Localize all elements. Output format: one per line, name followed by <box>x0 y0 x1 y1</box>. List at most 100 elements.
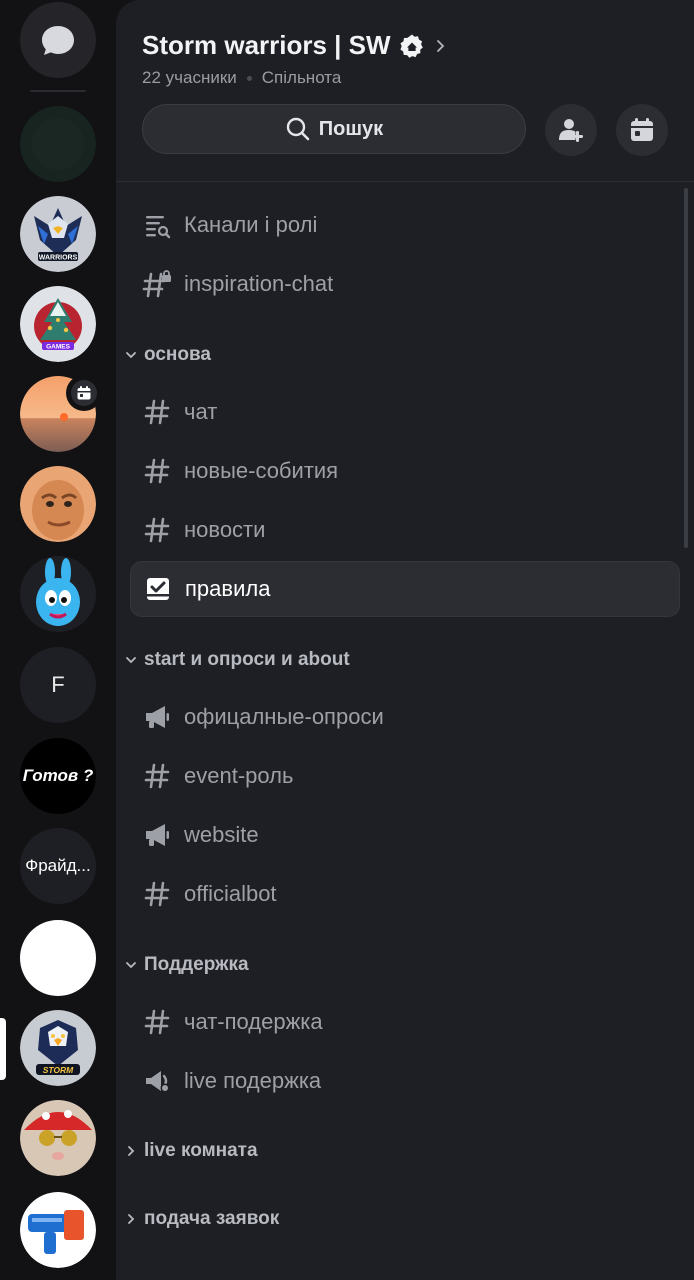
server-games[interactable]: GAMES <box>20 286 96 362</box>
server-storm[interactable]: STORM <box>20 1010 96 1086</box>
server-type: Спільнота <box>261 68 342 87</box>
category-label: основа <box>144 344 212 365</box>
channel-label: новые-собития <box>184 458 339 483</box>
warriors-logo-text: WARRIORS <box>39 255 78 262</box>
server-warriors[interactable]: WARRIORS <box>20 196 96 272</box>
channels-roles-icon <box>130 211 184 239</box>
search-button[interactable]: Пошук <box>142 104 526 154</box>
category-label: Поддержка <box>144 954 249 975</box>
direct-messages-button[interactable] <box>20 2 96 78</box>
server-name: Storm warriors | SW <box>142 30 391 60</box>
channel-support-chat[interactable]: чат-подержка <box>130 994 680 1050</box>
server-meta: 22 учасники Спільнота <box>142 68 341 88</box>
channel-label: правила <box>185 576 271 601</box>
category-start-polls-about[interactable]: start и опроси и about <box>124 645 350 675</box>
channel-inspiration-chat[interactable]: inspiration-chat <box>130 256 680 312</box>
server-gotov[interactable]: Готов ? <box>20 738 96 814</box>
add-user-icon <box>559 119 583 142</box>
channel-officialbot[interactable]: officialbot <box>130 866 680 922</box>
server-icon-bald-man <box>20 466 96 542</box>
server-icon-blue-rabbit <box>20 556 96 632</box>
hash-icon <box>130 516 184 544</box>
hash-icon <box>130 1008 184 1036</box>
games-logo-text: GAMES <box>46 344 71 351</box>
megaphone-icon <box>130 821 184 849</box>
category-osnova[interactable]: основа <box>124 340 211 370</box>
server-icon-cat-mushroom <box>20 1100 96 1176</box>
active-server-indicator <box>0 1018 6 1080</box>
search-icon <box>286 117 310 141</box>
category-label: подача заявок <box>144 1208 280 1229</box>
calendar-icon <box>631 118 653 141</box>
category-label: live комната <box>144 1140 258 1161</box>
stage-icon <box>130 1067 184 1095</box>
server-gotov-label: Готов ? <box>22 766 94 785</box>
server-cat[interactable] <box>20 1100 96 1176</box>
channel-event-role[interactable]: event-роль <box>130 748 680 804</box>
server-letter-label: F <box>51 672 65 697</box>
hash-icon <box>130 880 184 908</box>
channel-new-events[interactable]: новые-собития <box>130 443 680 499</box>
channel-label: officialbot <box>184 881 277 906</box>
channel-label: чат-подержка <box>184 1009 323 1034</box>
community-badge-icon <box>399 34 423 58</box>
channel-label: новости <box>184 517 266 542</box>
chevron-right-icon <box>436 39 444 52</box>
server-bald-man[interactable] <box>20 466 96 542</box>
channel-official-polls[interactable]: офицалные-опроси <box>130 689 680 745</box>
events-button[interactable] <box>616 104 668 156</box>
channel-label: Канали і ролі <box>184 212 318 237</box>
server-blaster[interactable] <box>20 1192 96 1268</box>
category-live-room[interactable]: live комната <box>124 1136 258 1166</box>
chevron-down-icon <box>124 349 138 361</box>
channel-label: чат <box>184 399 218 424</box>
invite-members-button[interactable] <box>545 104 597 156</box>
server-rail: WARRIORS GAMES F Готов ? Фрайд... STORM <box>0 0 116 1280</box>
server-blue-rabbit[interactable] <box>20 556 96 632</box>
chevron-right-icon <box>124 1145 138 1157</box>
category-applications[interactable]: подача заявок <box>124 1204 279 1234</box>
channel-label: event-роль <box>184 763 294 788</box>
storm-logo-text: STORM <box>43 1065 74 1075</box>
search-label: Пошук <box>318 117 384 140</box>
server-white[interactable] <box>20 920 96 996</box>
member-count: 22 учасники <box>142 68 237 87</box>
calendar-icon <box>77 386 91 400</box>
channel-rules[interactable]: правила <box>130 561 680 617</box>
server-icon-blue-blaster <box>20 1192 96 1268</box>
channel-label: live подержка <box>184 1068 322 1093</box>
category-label: start и опроси и about <box>144 649 350 670</box>
server-icon-dark <box>20 106 96 182</box>
channel-list-scrollbar[interactable] <box>684 188 688 548</box>
server-letter-f[interactable]: F <box>20 647 96 723</box>
server-icon-warriors-eagle: WARRIORS <box>20 196 96 272</box>
channel-label: website <box>184 822 259 847</box>
channel-news[interactable]: новости <box>130 502 680 558</box>
server-header: Storm warriors | SW 22 учасники Спільнот… <box>116 0 694 182</box>
category-support[interactable]: Поддержка <box>124 950 249 980</box>
channel-website[interactable]: website <box>130 807 680 863</box>
meta-separator-dot <box>246 75 252 81</box>
chevron-down-icon <box>124 654 138 666</box>
megaphone-icon <box>130 703 184 731</box>
hash-icon <box>130 398 184 426</box>
channel-live-support[interactable]: live подержка <box>130 1053 680 1109</box>
event-badge <box>66 375 102 411</box>
server-title-button[interactable]: Storm warriors | SW <box>142 30 447 61</box>
server-dark[interactable] <box>20 106 96 182</box>
channels-and-roles[interactable]: Канали і ролі <box>130 197 680 253</box>
server-fraid[interactable]: Фрайд... <box>20 828 96 904</box>
channel-label: inspiration-chat <box>184 271 334 296</box>
chevron-right-icon <box>124 1213 138 1225</box>
rail-separator <box>30 90 86 92</box>
locked-hash-icon <box>130 269 184 299</box>
channel-chat[interactable]: чат <box>130 384 680 440</box>
chat-bubble-icon <box>42 26 74 55</box>
chevron-down-icon <box>124 959 138 971</box>
server-icon-games-tree: GAMES <box>20 286 96 362</box>
server-icon-storm-eagle: STORM <box>20 1010 96 1086</box>
hash-icon <box>130 457 184 485</box>
channel-panel: Storm warriors | SW 22 учасники Спільнот… <box>116 0 694 1280</box>
hash-icon <box>130 762 184 790</box>
rules-icon <box>131 575 185 603</box>
